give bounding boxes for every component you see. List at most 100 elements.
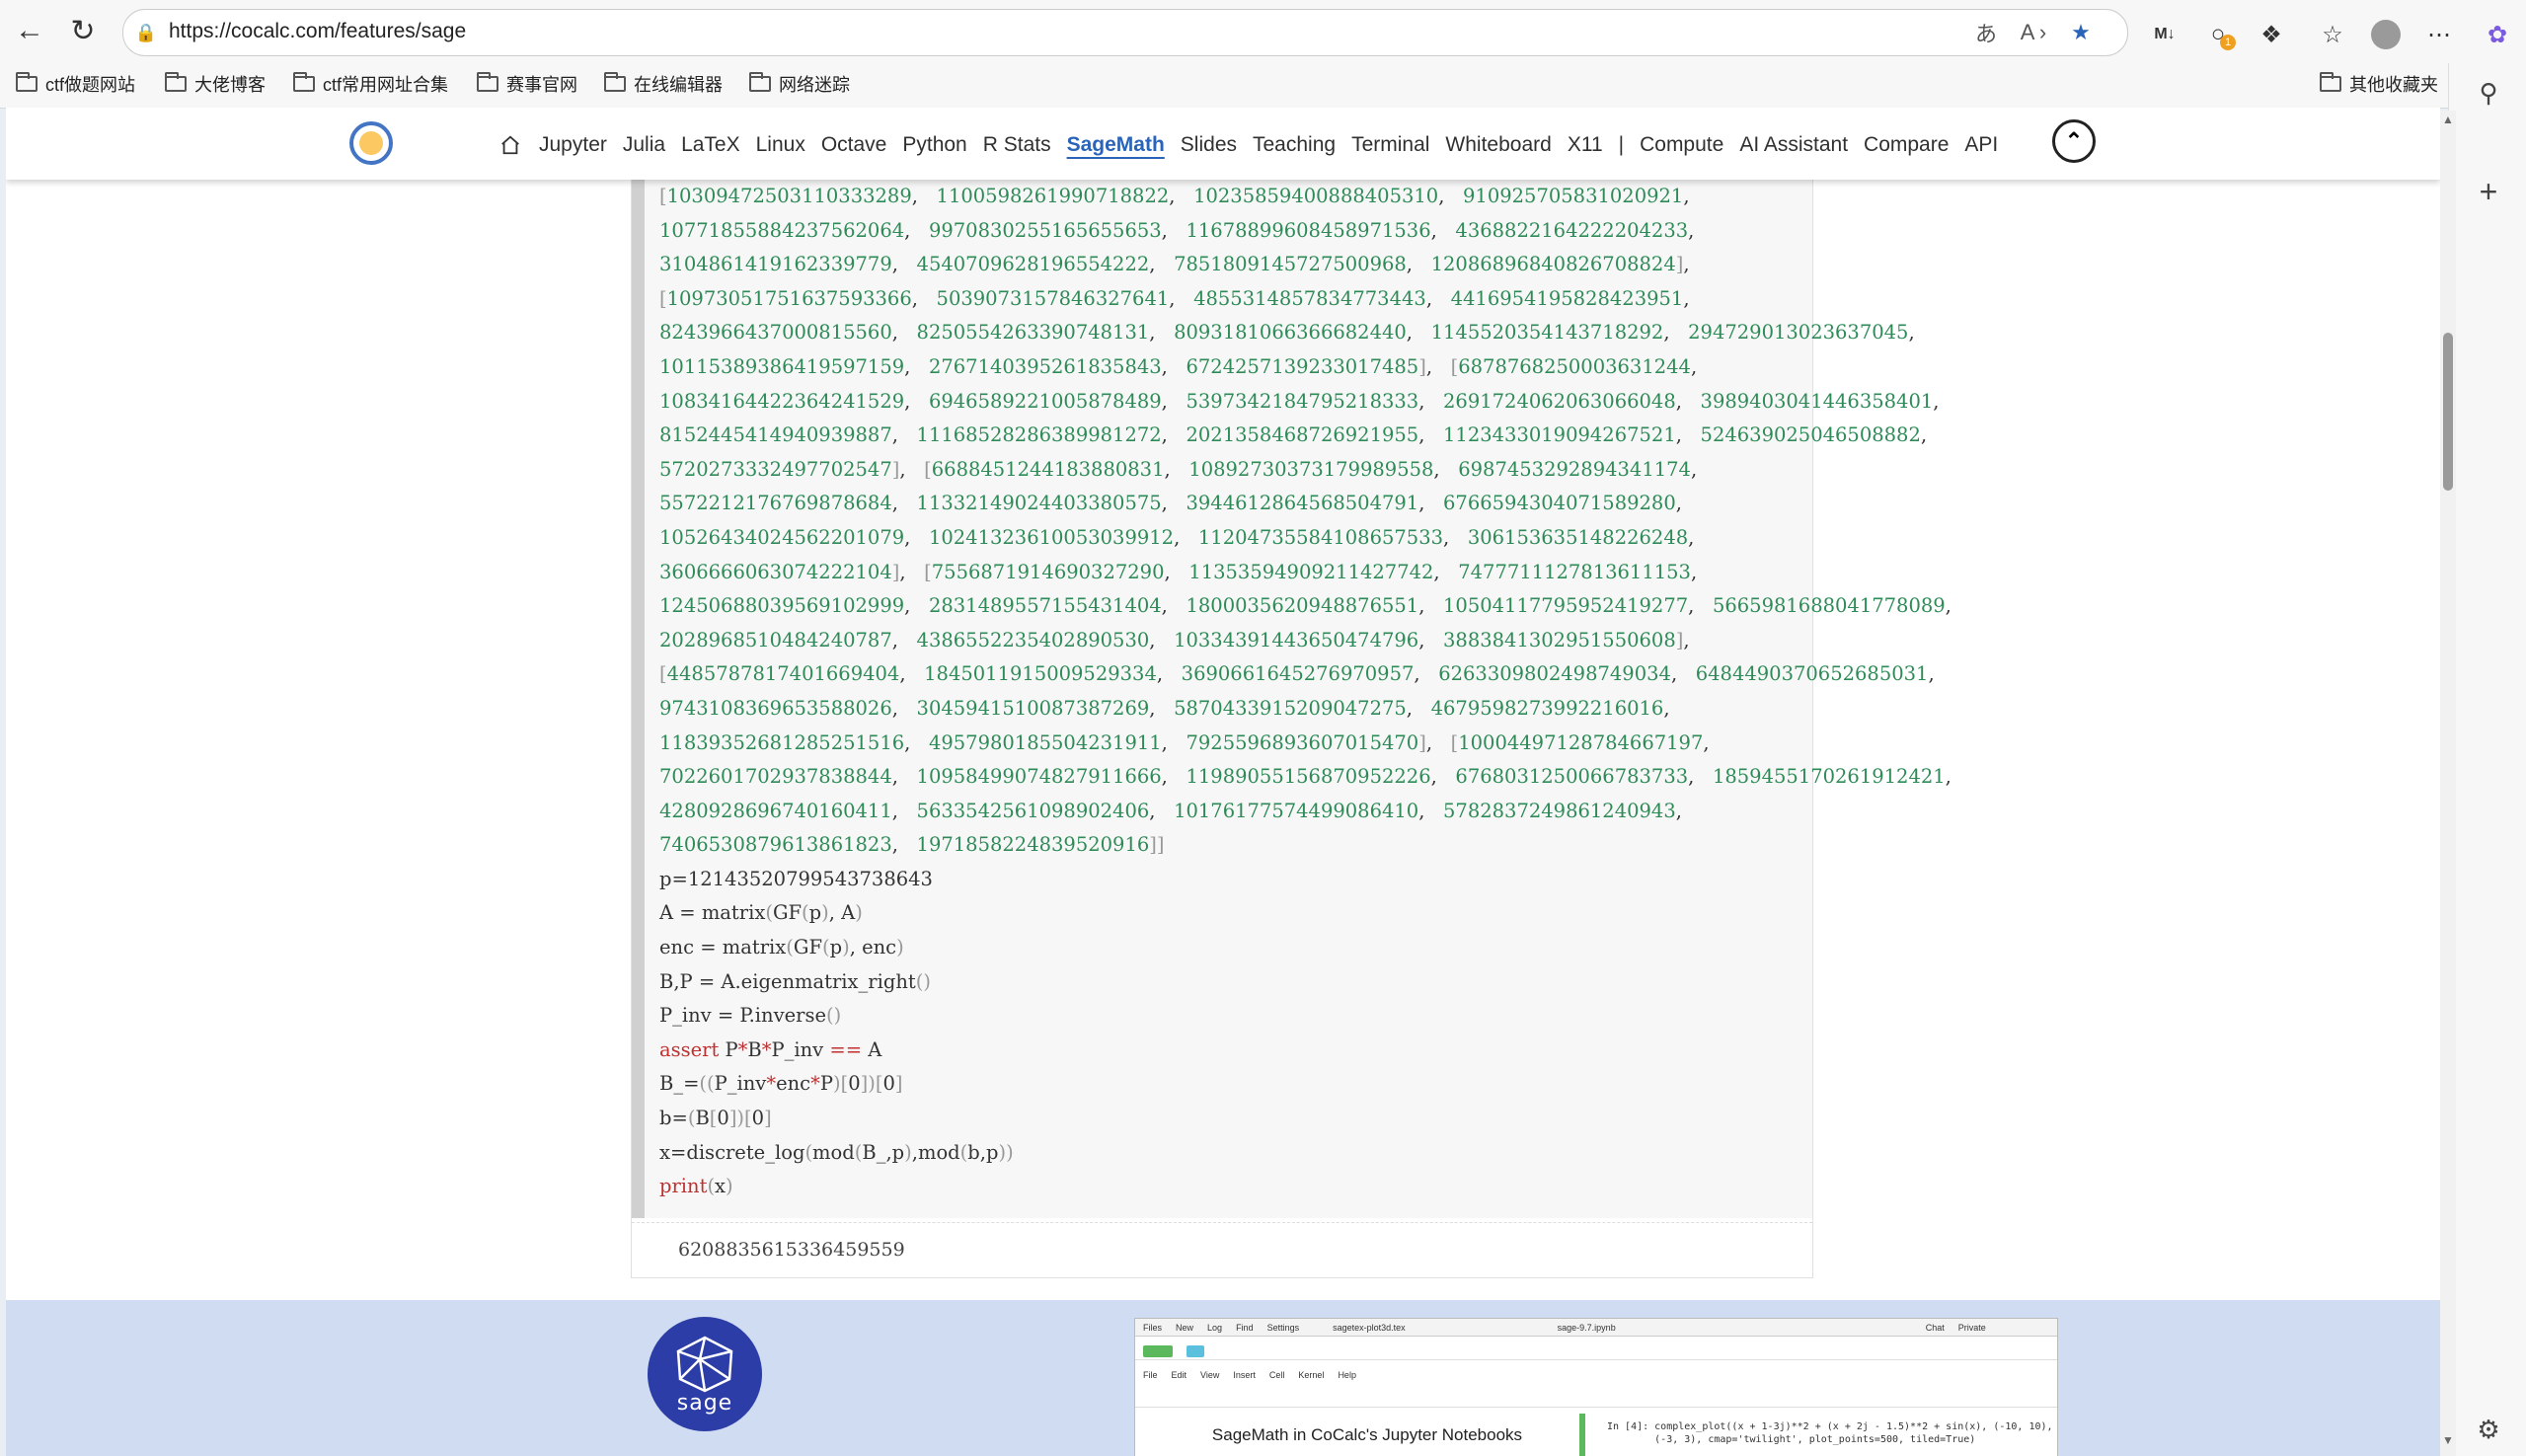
nav-teaching[interactable]: Teaching xyxy=(1253,133,1336,157)
nav-x11[interactable]: X11 xyxy=(1568,133,1603,157)
folder-icon xyxy=(604,72,626,92)
bookmark-label: 网络迷踪 xyxy=(779,75,850,95)
code-line: 12450688039569102999, 283148955715543140… xyxy=(659,594,1952,618)
code-line: enc = matrix(GF(p), enc) xyxy=(659,936,904,959)
nav-slides[interactable]: Slides xyxy=(1181,133,1237,157)
preview-menu-item: Help xyxy=(1338,1370,1356,1380)
nav-api[interactable]: API xyxy=(1964,133,1998,157)
profile-avatar-icon[interactable] xyxy=(2366,15,2406,54)
scroll-thumb[interactable] xyxy=(2443,333,2453,491)
bookmark-ctf-urls[interactable]: ctf常用网址合集 xyxy=(293,67,448,101)
site-header: Jupyter Julia LaTeX Linux Octave Python … xyxy=(6,108,2440,180)
nav-whiteboard[interactable]: Whiteboard xyxy=(1445,133,1551,157)
preview-tab: sage-9.7.ipynb xyxy=(1557,1322,1616,1333)
add-icon[interactable]: + xyxy=(2471,174,2506,209)
search-icon[interactable]: ⚲ xyxy=(2471,75,2506,111)
nav-terminal[interactable]: Terminal xyxy=(1351,133,1429,157)
preview-menu-item: View xyxy=(1200,1370,1220,1380)
preview-tab: Private xyxy=(1957,1322,1986,1333)
bookmark-ctf-sites[interactable]: ctf做题网站 xyxy=(16,67,135,101)
code-line: [10973051751637593366, 50390731578463276… xyxy=(659,286,1690,310)
code-line: [4485787817401669404, 184501191500952933… xyxy=(659,662,1935,686)
refresh-icon[interactable]: ↻ xyxy=(61,9,105,52)
nav-latex[interactable]: LaTeX xyxy=(681,133,740,157)
folder-icon xyxy=(165,72,187,92)
code-line: 3606666063074222104], [75568719146903272… xyxy=(659,560,1698,583)
preview-caption: SageMath in CoCalc's Jupyter Notebooks xyxy=(1211,1425,1523,1444)
preview-menu-item: Insert xyxy=(1233,1370,1256,1380)
bookmark-blogs[interactable]: 大佬博客 xyxy=(165,67,266,101)
nav-r-stats[interactable]: R Stats xyxy=(983,133,1051,157)
code-line: 9743108369653588026, 3045941510087387269… xyxy=(659,696,1670,720)
code-lines: [10309472503110333289, 11005982619907188… xyxy=(659,180,1952,1204)
code-cell: [10309472503110333289, 11005982619907188… xyxy=(631,147,1952,1278)
bookmark-osint[interactable]: 网络迷踪 xyxy=(749,67,850,101)
preview-menu-item: File xyxy=(1143,1370,1158,1380)
preview-blue-button xyxy=(1186,1344,1204,1357)
preview-tab: Chat xyxy=(1925,1322,1945,1333)
home-icon[interactable] xyxy=(499,134,521,156)
scroll-down-icon[interactable]: ▼ xyxy=(2440,1433,2456,1449)
code-line: 7406530879613861823, 1971858224839520916… xyxy=(659,833,1165,857)
preview-cell-marker xyxy=(1579,1414,1585,1456)
feature-nav: Jupyter Julia LaTeX Linux Octave Python … xyxy=(499,129,2014,161)
nav-linux[interactable]: Linux xyxy=(756,133,805,157)
preview-tab: Files xyxy=(1143,1322,1163,1333)
page-content: Jupyter Julia LaTeX Linux Octave Python … xyxy=(6,108,2440,1456)
nav-compare[interactable]: Compare xyxy=(1864,133,1949,157)
preview-tab: Find xyxy=(1236,1322,1254,1333)
code-line: 8152445414940939887, 1116852828638998127… xyxy=(659,423,1928,447)
scroll-up-icon[interactable]: ▲ xyxy=(2440,113,2456,128)
nav-julia[interactable]: Julia xyxy=(623,133,665,157)
preview-menu-item: Kernel xyxy=(1298,1370,1325,1380)
extension-badge-icon[interactable]: ○ 1 xyxy=(2198,15,2238,54)
favorite-star-icon[interactable]: ★ xyxy=(2064,16,2098,49)
favorites-list-icon[interactable]: ☆ xyxy=(2313,15,2352,54)
folder-icon xyxy=(749,72,771,92)
lock-icon[interactable]: 🔒 xyxy=(129,16,163,49)
nav-jupyter[interactable]: Jupyter xyxy=(539,133,607,157)
code-input[interactable]: [10309472503110333289, 11005982619907188… xyxy=(632,147,1952,1218)
page-scrollbar[interactable]: ▲ ▼ xyxy=(2440,111,2456,1456)
preview-tab: New xyxy=(1176,1322,1194,1333)
code-line: assert P*B*P_inv == A xyxy=(659,1037,882,1061)
code-line: A = matrix(GF(p), A) xyxy=(659,901,863,925)
folder-icon xyxy=(293,72,315,92)
sage-logo-text: sage xyxy=(676,1390,733,1416)
code-line: B,P = A.eigenmatrix_right() xyxy=(659,969,931,993)
code-line: 10771855884237562064, 997083025516565565… xyxy=(659,218,1695,242)
bookmark-label: ctf做题网站 xyxy=(45,75,136,95)
markdown-extension-icon[interactable]: M↓ xyxy=(2145,15,2184,54)
url-text[interactable]: https://cocalc.com/features/sage xyxy=(169,20,466,43)
nav-octave[interactable]: Octave xyxy=(821,133,887,157)
code-line: 10834164422364241529, 694658922100587848… xyxy=(659,389,1940,413)
extensions-puzzle-icon[interactable]: ❖ xyxy=(2252,15,2291,54)
bookmark-label: 其他收藏夹 xyxy=(2349,75,2438,95)
settings-gear-icon[interactable]: ⚙ xyxy=(2471,1412,2506,1447)
code-output: 6208835615336459559 xyxy=(632,1222,1812,1278)
preview-tabbar: Files New Log Find Settings sagetex-plot… xyxy=(1135,1319,2057,1337)
bookmark-other[interactable]: 其他收藏夹 xyxy=(2320,67,2438,101)
copilot-icon[interactable]: ✿ xyxy=(2478,15,2517,54)
notebook-screenshot[interactable]: Files New Log Find Settings sagetex-plot… xyxy=(1134,1318,2058,1456)
collapse-up-icon[interactable]: ⌃ xyxy=(2052,119,2096,163)
nav-ai-assistant[interactable]: AI Assistant xyxy=(1739,133,1848,157)
nav-sagemath[interactable]: SageMath xyxy=(1067,133,1165,157)
more-menu-icon[interactable]: ⋯ xyxy=(2419,15,2459,54)
translate-icon[interactable]: あ xyxy=(1969,16,2003,49)
bookmark-online-editors[interactable]: 在线编辑器 xyxy=(604,67,723,101)
nav-compute[interactable]: Compute xyxy=(1640,133,1723,157)
bookmark-competitions[interactable]: 赛事官网 xyxy=(477,67,577,101)
notification-badge: 1 xyxy=(2220,35,2236,50)
preview-code: In [4]: complex_plot((x + 1-3j)**2 + (x … xyxy=(1607,1421,2053,1445)
nav-python[interactable]: Python xyxy=(902,133,966,157)
address-bar[interactable]: 🔒 https://cocalc.com/features/sage あ A ›… xyxy=(122,9,2128,56)
read-aloud-icon[interactable]: A › xyxy=(2017,16,2050,49)
code-line: B_=((P_inv*enc*P)[0])[0] xyxy=(659,1072,903,1096)
preview-menubar: File Edit View Insert Cell Kernel Help xyxy=(1135,1366,2057,1384)
cocalc-logo[interactable] xyxy=(349,121,393,165)
preview-menu-item: Edit xyxy=(1171,1370,1187,1380)
preview-cell-toolbar xyxy=(1135,1390,2057,1408)
preview-toolbar xyxy=(1135,1342,2057,1360)
back-icon[interactable]: ← xyxy=(8,9,51,52)
